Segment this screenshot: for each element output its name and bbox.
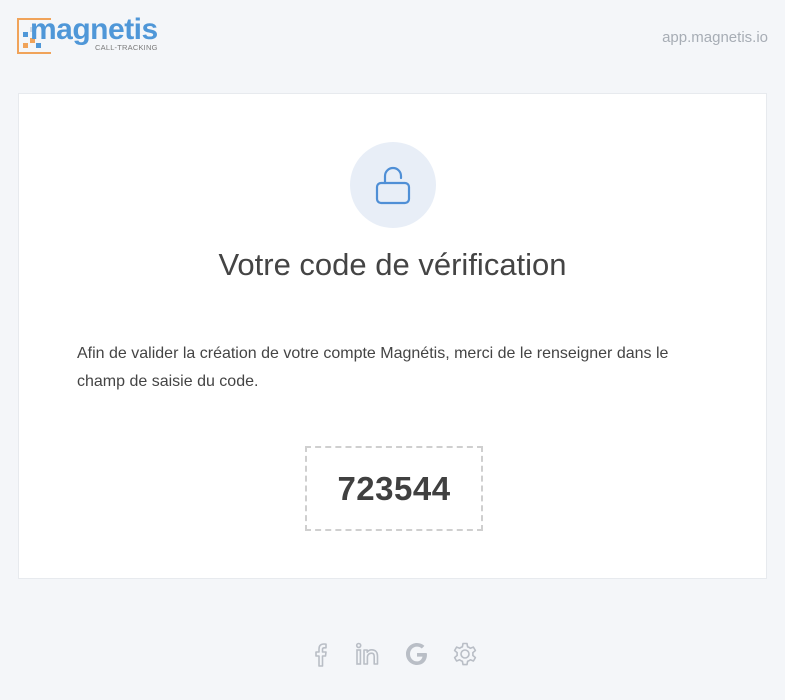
- facebook-icon[interactable]: [305, 638, 337, 670]
- verification-card: Votre code de vérification Afin de valid…: [18, 93, 767, 579]
- footer: [0, 632, 785, 676]
- verification-code-box[interactable]: 723544: [305, 446, 483, 531]
- unlock-icon: [375, 166, 411, 205]
- verification-code[interactable]: 723544: [337, 470, 450, 508]
- gear-icon[interactable]: [449, 638, 481, 670]
- instruction-text: Afin de valider la création de votre com…: [77, 345, 669, 390]
- lock-badge: [350, 142, 436, 228]
- logo-subtitle: CALL-TRACKING: [95, 43, 158, 52]
- domain-link[interactable]: app.magnetis.io: [662, 29, 768, 46]
- page-title: Votre code de vérification: [218, 247, 567, 282]
- linkedin-icon[interactable]: [352, 638, 384, 670]
- google-icon[interactable]: [401, 638, 433, 670]
- header: magnetis CALL-TRACKING app.magnetis.io: [0, 0, 785, 70]
- email-page: magnetis CALL-TRACKING app.magnetis.io V…: [0, 0, 785, 700]
- magnetis-logo[interactable]: magnetis CALL-TRACKING: [17, 13, 167, 56]
